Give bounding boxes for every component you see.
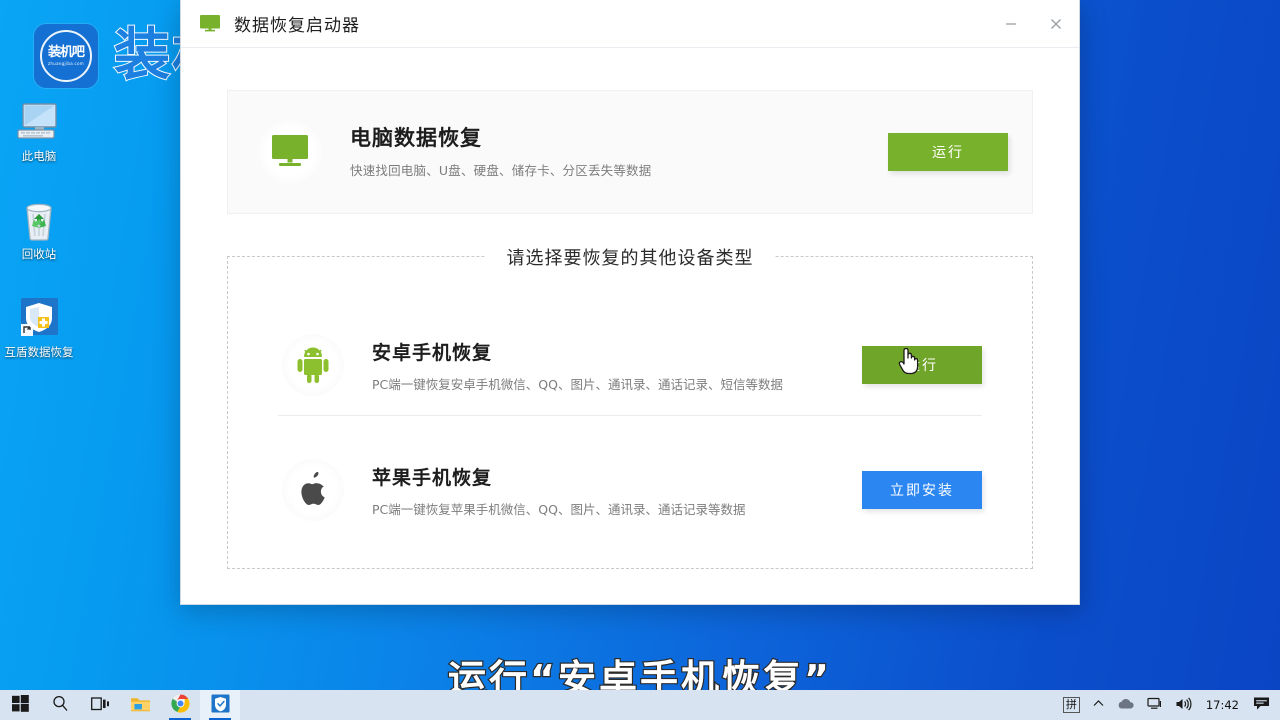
desktop-icon-label: 此电脑 (21, 149, 57, 163)
taskbar: 拼 17:42 (0, 690, 1280, 720)
recycle-bin-icon (15, 198, 63, 242)
android-row-subtitle: PC端一键恢复安卓手机微信、QQ、图片、通讯录、通话记录、短信等数据 (372, 376, 783, 392)
desktop-icon-label: 互盾数据恢复 (4, 345, 74, 359)
android-row-title: 安卓手机恢复 (372, 341, 493, 364)
network-button[interactable] (1141, 690, 1169, 720)
system-tray: 拼 17:42 (1057, 690, 1280, 720)
ime-label: 拼 (1062, 697, 1080, 713)
clock[interactable]: 17:42 (1198, 698, 1247, 712)
close-button[interactable] (1033, 0, 1079, 48)
windows-icon (11, 695, 29, 715)
window-controls (989, 0, 1079, 48)
desktop-icon-recycle-bin[interactable]: 回收站 (0, 198, 78, 261)
ime-indicator[interactable]: 拼 (1057, 690, 1086, 720)
monitor-icon (258, 120, 322, 184)
monitor-icon (199, 14, 221, 34)
desktop-icon-this-pc[interactable]: 此电脑 (0, 100, 78, 163)
desktop-icon-hudun-recovery[interactable]: 互盾数据恢复 (0, 296, 78, 359)
shield-icon (15, 296, 63, 340)
desktop-icon-label: 回收站 (21, 247, 57, 261)
android-run-button[interactable]: 运行 (862, 346, 982, 384)
watermark-badge-icon: 装机吧 zhuangjiba.com (34, 24, 98, 88)
notification-icon (1253, 696, 1270, 714)
search-icon (52, 695, 69, 715)
android-row-texts: 安卓手机恢复 PC端一键恢复安卓手机微信、QQ、图片、通讯录、通话记录、短信等数… (372, 338, 862, 393)
show-hidden-icons-button[interactable] (1086, 690, 1111, 720)
chrome-icon (170, 694, 190, 716)
recovery-app-button[interactable] (200, 690, 240, 720)
search-button[interactable] (40, 690, 80, 720)
minimize-button[interactable] (989, 0, 1033, 48)
task-view-button[interactable] (80, 690, 120, 720)
android-icon (282, 334, 344, 396)
network-icon (1147, 697, 1163, 714)
apple-row-title: 苹果手机恢复 (372, 466, 493, 489)
apple-row-texts: 苹果手机恢复 PC端一键恢复苹果手机微信、QQ、图片、通讯录、通话记录等数据 (372, 463, 862, 518)
apple-icon (282, 459, 344, 521)
pc-run-button[interactable]: 运行 (888, 133, 1008, 171)
volume-icon (1175, 697, 1192, 714)
other-devices-heading: 请选择要恢复的其他设备类型 (484, 244, 776, 270)
watermark-badge-cn: 装机吧 (47, 45, 85, 60)
onedrive-button[interactable] (1111, 690, 1141, 720)
row-divider (278, 415, 982, 416)
file-explorer-button[interactable] (120, 690, 160, 720)
start-button[interactable] (0, 690, 40, 720)
monitor-icon (15, 100, 63, 144)
shield-icon (211, 694, 230, 716)
notifications-button[interactable] (1247, 690, 1276, 720)
android-recovery-row[interactable]: 安卓手机恢复 PC端一键恢复安卓手机微信、QQ、图片、通讯录、通话记录、短信等数… (278, 315, 982, 415)
window-titlebar[interactable]: 数据恢复启动器 (181, 0, 1079, 48)
apple-install-button[interactable]: 立即安装 (862, 471, 982, 509)
window-content: 电脑数据恢复 快速找回电脑、U盘、硬盘、储存卡、分区丢失等数据 运行 请选择要恢… (181, 48, 1079, 604)
other-devices-panel: 请选择要恢复的其他设备类型 安卓手机恢复 PC端一键恢复安卓手机微信、QQ、图片… (227, 244, 1033, 569)
folder-icon (130, 695, 151, 716)
desktop: 装机吧 zhuangjiba.com 装机吧 此电脑 (0, 0, 1280, 720)
apple-row-subtitle: PC端一键恢复苹果手机微信、QQ、图片、通讯录、通话记录等数据 (372, 501, 746, 517)
chrome-button[interactable] (160, 690, 200, 720)
pc-card-subtitle: 快速找回电脑、U盘、硬盘、储存卡、分区丢失等数据 (350, 162, 652, 178)
pc-recovery-card[interactable]: 电脑数据恢复 快速找回电脑、U盘、硬盘、储存卡、分区丢失等数据 运行 (227, 90, 1033, 214)
app-window: 数据恢复启动器 电脑数据恢复 快速找回电脑、U盘、硬盘、储存卡、分区丢失等数据 … (180, 0, 1080, 605)
cloud-icon (1117, 697, 1135, 713)
task-view-icon (90, 696, 110, 715)
window-title: 数据恢复启动器 (234, 16, 360, 36)
chevron-up-icon (1092, 697, 1105, 713)
volume-button[interactable] (1169, 690, 1198, 720)
pc-card-title: 电脑数据恢复 (350, 126, 482, 151)
pc-card-texts: 电脑数据恢复 快速找回电脑、U盘、硬盘、储存卡、分区丢失等数据 (350, 125, 888, 178)
apple-recovery-row[interactable]: 苹果手机恢复 PC端一键恢复苹果手机微信、QQ、图片、通讯录、通话记录等数据 立… (278, 440, 982, 540)
watermark-badge-en: zhuangjiba.com (48, 61, 84, 66)
